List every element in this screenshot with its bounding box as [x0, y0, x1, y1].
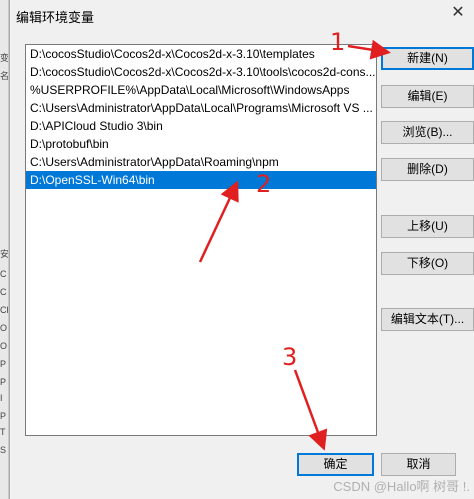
title-bar: 编辑环境变量 ✕ [10, 0, 474, 30]
background-text-fragment: C [0, 287, 7, 297]
annotation-number-1: 1 [330, 28, 346, 56]
background-text-fragment: 变 [0, 53, 9, 63]
path-list-item[interactable]: C:\Users\Administrator\AppData\Roaming\n… [26, 153, 376, 171]
background-text-fragment: O [0, 341, 8, 351]
edit-button[interactable]: 编辑(E) [381, 85, 474, 108]
path-list-item[interactable]: D:\cocosStudio\Cocos2d-x\Cocos2d-x-3.10\… [26, 63, 376, 81]
background-text-fragment: P [0, 411, 7, 421]
background-text-fragment: 安 [0, 249, 9, 259]
dialog-title: 编辑环境变量 [16, 10, 95, 25]
move-down-button[interactable]: 下移(O) [381, 252, 474, 275]
path-list-item[interactable]: C:\Users\Administrator\AppData\Local\Pro… [26, 99, 376, 117]
close-icon[interactable]: ✕ [443, 0, 473, 26]
browse-button[interactable]: 浏览(B)... [381, 121, 474, 144]
edit-env-variable-dialog: 编辑环境变量 ✕ D:\cocosStudio\Cocos2d-x\Cocos2… [9, 0, 474, 499]
edit-text-button[interactable]: 编辑文本(T)... [381, 308, 474, 331]
path-list-item[interactable]: %USERPROFILE%\AppData\Local\Microsoft\Wi… [26, 81, 376, 99]
path-list-item[interactable]: D:\protobuf\bin [26, 135, 376, 153]
new-button[interactable]: 新建(N) [381, 47, 474, 70]
path-list[interactable]: D:\cocosStudio\Cocos2d-x\Cocos2d-x-3.10\… [25, 44, 377, 436]
background-text-fragment: 名 [0, 71, 9, 81]
annotation-number-3: 3 [282, 343, 298, 371]
background-window: 变名安CCChOOPPIPTS [0, 0, 9, 499]
background-text-fragment: T [0, 427, 6, 437]
background-text-fragment: S [0, 445, 7, 455]
delete-button[interactable]: 删除(D) [381, 158, 474, 181]
annotation-number-2: 2 [256, 170, 272, 198]
background-text-fragment: O [0, 323, 8, 333]
path-list-item-selected[interactable]: D:\OpenSSL-Win64\bin [26, 171, 376, 189]
move-up-button[interactable]: 上移(U) [381, 215, 474, 238]
background-text-fragment: Ch [0, 305, 8, 315]
ok-button[interactable]: 确定 [297, 453, 374, 476]
background-text-fragment: I [0, 393, 3, 403]
cancel-button[interactable]: 取消 [381, 453, 456, 476]
background-text-fragment: P [0, 377, 7, 387]
background-text-fragment: P [0, 359, 7, 369]
path-list-item[interactable]: D:\cocosStudio\Cocos2d-x\Cocos2d-x-3.10\… [26, 45, 376, 63]
watermark: CSDN @Hallo啊 树哥 !. [333, 479, 470, 494]
background-text-fragment: C [0, 269, 7, 279]
path-list-item[interactable]: D:\APICloud Studio 3\bin [26, 117, 376, 135]
